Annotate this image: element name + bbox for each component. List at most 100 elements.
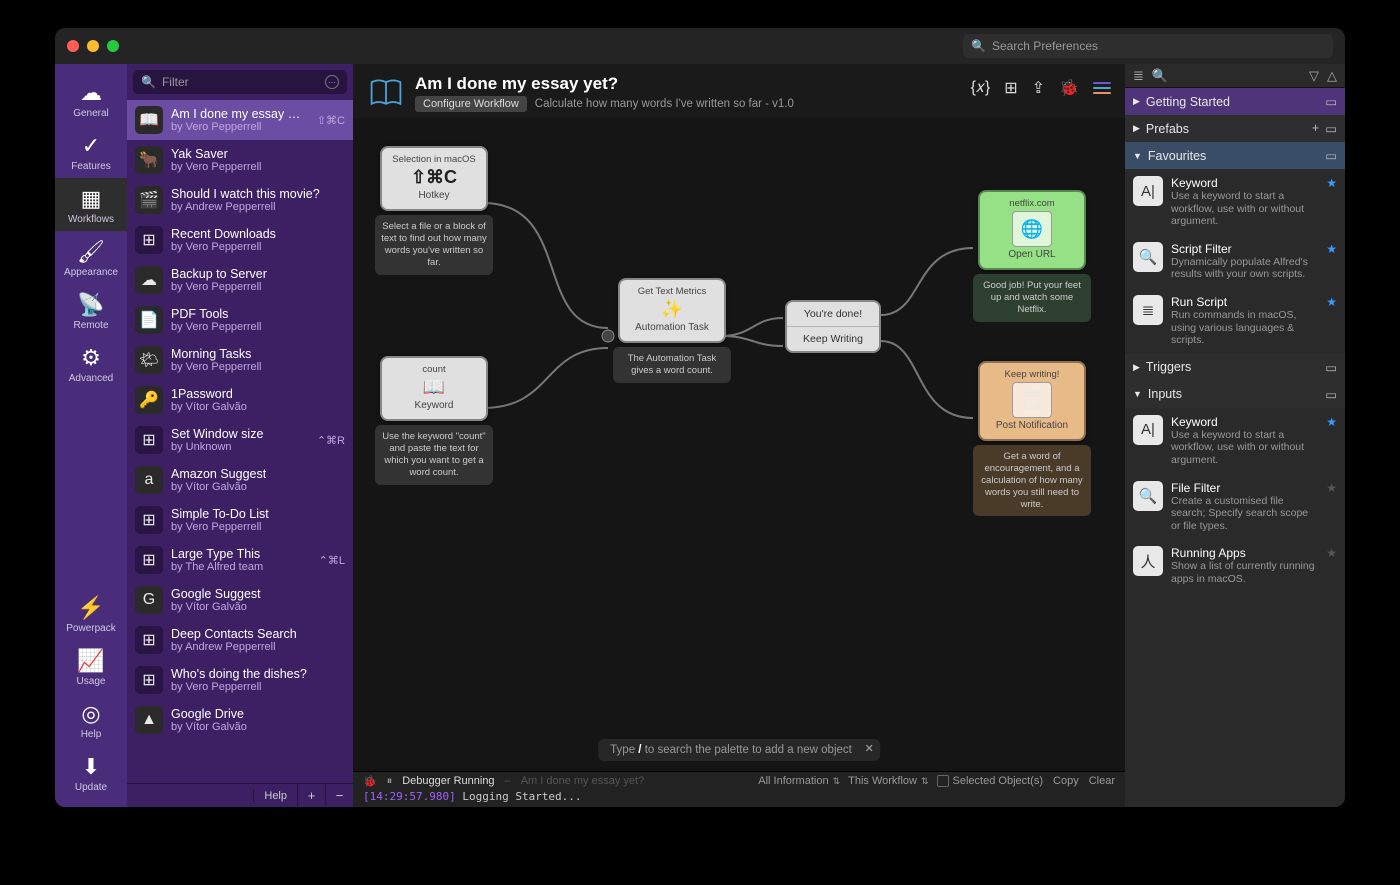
palette-item[interactable]: A| Keyword Use a keyword to start a work… xyxy=(1125,169,1345,235)
workflow-item[interactable]: ☁ Backup to Server by Vero Pepperrell xyxy=(127,260,353,300)
section-favourites[interactable]: ▼ Favourites ▭ xyxy=(1125,142,1345,169)
workflow-item[interactable]: a Amazon Suggest by Vítor Galvão xyxy=(127,460,353,500)
window-icon[interactable]: ▭ xyxy=(1325,121,1337,136)
sidebar-item-features[interactable]: ✓ Features xyxy=(55,125,127,178)
search-preferences-field[interactable]: 🔍 Search Preferences xyxy=(963,34,1333,58)
workflow-item[interactable]: G Google Suggest by Vítor Galvão xyxy=(127,580,353,620)
pause-button[interactable]: ⏸ xyxy=(387,775,393,788)
workflow-item[interactable]: ⊞ Set Window size by Unknown ⌃⌘R xyxy=(127,420,353,460)
section-inputs[interactable]: ▼ Inputs ▭ xyxy=(1125,381,1345,408)
workflow-editor: Am I done my essay yet? Configure Workfl… xyxy=(353,64,1125,807)
workflow-item-icon: 📖 xyxy=(135,106,163,134)
add-workflow-button[interactable]: + xyxy=(297,784,325,807)
workflow-item[interactable]: ▲ Google Drive by Vítor Galvão xyxy=(127,700,353,740)
workflow-item[interactable]: 📄 PDF Tools by Vero Pepperrell xyxy=(127,300,353,340)
sidebar-item-usage[interactable]: 📈 Usage xyxy=(55,640,127,693)
filter-options-button[interactable]: ⋯ xyxy=(325,75,339,89)
chevron-right-icon: ▶ xyxy=(1133,96,1140,107)
sidebar-item-advanced[interactable]: ⚙ Advanced xyxy=(55,337,127,390)
search-icon[interactable]: 🔍 xyxy=(1152,68,1168,84)
remove-workflow-button[interactable]: − xyxy=(325,784,353,807)
workflow-item-icon: ⊞ xyxy=(135,666,163,694)
sidebar-item-general[interactable]: ☁ General xyxy=(55,72,127,125)
window-icon[interactable]: ▭ xyxy=(1325,387,1337,402)
workflow-item-icon: ⊞ xyxy=(135,506,163,534)
node-open-url[interactable]: netflix.com 🌐 Open URL Good job! Put you… xyxy=(973,190,1091,322)
close-window-button[interactable] xyxy=(67,40,79,52)
palette-item[interactable]: 人 Running Apps Show a list of currently … xyxy=(1125,539,1345,592)
section-prefabs[interactable]: ▶ Prefabs +▭ xyxy=(1125,115,1345,142)
sidebar-item-update[interactable]: ⬇ Update xyxy=(55,746,127,799)
workflow-item[interactable]: ⊞ Who's doing the dishes? by Vero Pepper… xyxy=(127,660,353,700)
configure-workflow-button[interactable]: Configure Workflow xyxy=(415,96,527,112)
star-icon[interactable]: ★ xyxy=(1326,242,1337,281)
workflow-item[interactable]: ⊞ Recent Downloads by Vero Pepperrell xyxy=(127,220,353,260)
close-hint-button[interactable]: ✕ xyxy=(865,742,874,755)
palette-item[interactable]: 🔍 Script Filter Dynamically populate Alf… xyxy=(1125,235,1345,288)
node-automation-task[interactable]: Get Text Metrics ✨ Automation Task The A… xyxy=(613,278,731,383)
star-icon[interactable]: ★ xyxy=(1326,481,1337,533)
workflow-item[interactable]: 🌤 Morning Tasks by Vero Pepperrell xyxy=(127,340,353,380)
collapse-up-icon[interactable]: △ xyxy=(1327,68,1337,84)
palette-item[interactable]: 🔍 File Filter Create a customised file s… xyxy=(1125,474,1345,540)
workflow-item-icon: a xyxy=(135,466,163,494)
workflow-item[interactable]: 📖 Am I done my essay yet? by Vero Pepper… xyxy=(127,100,353,140)
workflow-item[interactable]: ⊞ Simple To-Do List by Vero Pepperrell xyxy=(127,500,353,540)
palette-item-title: Script Filter xyxy=(1171,242,1318,256)
debug-filter-level[interactable]: All Information ⇅ xyxy=(758,775,838,787)
sidebar-item-help[interactable]: ◎ Help xyxy=(55,693,127,746)
section-getting-started[interactable]: ▶ Getting Started ▭ xyxy=(1125,88,1345,115)
remote-icon: 📡 xyxy=(77,292,104,318)
debug-copy-button[interactable]: Copy xyxy=(1053,775,1079,787)
import-button[interactable]: ⊞ xyxy=(1004,78,1017,98)
node-hotkey[interactable]: Selection in macOS ⇧⌘C Hotkey Select a f… xyxy=(375,146,493,275)
sidebar-item-powerpack[interactable]: ⚡ Powerpack xyxy=(55,587,127,640)
section-triggers[interactable]: ▶ Triggers ▭ xyxy=(1125,354,1345,381)
window-icon[interactable]: ▭ xyxy=(1325,94,1337,109)
add-icon[interactable]: + xyxy=(1312,121,1319,136)
workflow-item[interactable]: 🔑 1Password by Vítor Galvão xyxy=(127,380,353,420)
debug-selected-checkbox[interactable]: Selected Object(s) xyxy=(937,775,1043,787)
help-button[interactable]: Help xyxy=(253,790,297,802)
palette-toggle-button[interactable] xyxy=(1093,82,1111,94)
sidebar-item-workflows[interactable]: ▦ Workflows xyxy=(55,178,127,231)
workflow-item[interactable]: 🎬 Should I watch this movie? by Andrew P… xyxy=(127,180,353,220)
workflow-list[interactable]: 📖 Am I done my essay yet? by Vero Pepper… xyxy=(127,100,353,783)
node-post-notification[interactable]: Keep writing! 🗒 Post Notification Get a … xyxy=(973,361,1091,516)
minimize-window-button[interactable] xyxy=(87,40,99,52)
sidebar-item-remote[interactable]: 📡 Remote xyxy=(55,284,127,337)
search-placeholder: Search Preferences xyxy=(992,39,1098,53)
workflow-item[interactable]: ⊞ Deep Contacts Search by Andrew Pepperr… xyxy=(127,620,353,660)
zoom-window-button[interactable] xyxy=(107,40,119,52)
workflow-item-hotkey: ⌃⌘R xyxy=(317,434,345,447)
debug-clear-button[interactable]: Clear xyxy=(1089,775,1115,787)
debug-filter-scope[interactable]: This Workflow ⇅ xyxy=(848,775,926,787)
sidebar-item-appearance[interactable]: 🖌 Appearance xyxy=(55,231,127,284)
export-button[interactable]: ⇪ xyxy=(1032,78,1045,98)
workflow-item[interactable]: 🐂 Yak Saver by Vero Pepperrell xyxy=(127,140,353,180)
workflow-filter-input[interactable]: 🔍 Filter ⋯ xyxy=(133,70,347,94)
star-icon[interactable]: ★ xyxy=(1326,176,1337,228)
list-icon[interactable]: ≣ xyxy=(1133,68,1144,84)
node-conditional[interactable]: You're done! Keep Writing xyxy=(785,300,881,353)
search-icon: 🔍 xyxy=(141,75,156,89)
palette-item[interactable]: A| Keyword Use a keyword to start a work… xyxy=(1125,408,1345,474)
palette-item-desc: Run commands in macOS, using various lan… xyxy=(1171,309,1318,347)
star-icon[interactable]: ★ xyxy=(1326,415,1337,467)
workflow-item-icon: 🌤 xyxy=(135,346,163,374)
workflow-item[interactable]: ⊞ Large Type This by The Alfred team ⌃⌘L xyxy=(127,540,353,580)
palette-item[interactable]: ≣ Run Script Run commands in macOS, usin… xyxy=(1125,288,1345,354)
debug-button[interactable]: 🐞 xyxy=(1059,78,1079,98)
window-icon[interactable]: ▭ xyxy=(1325,148,1337,163)
variables-button[interactable]: {𝑥} xyxy=(971,79,991,97)
paint-roller-icon: 🖌 xyxy=(77,239,105,265)
workflow-item-icon: ⊞ xyxy=(135,626,163,654)
collapse-down-icon[interactable]: ▽ xyxy=(1309,68,1319,84)
node-keyword[interactable]: count 📖 Keyword Use the keyword "count" … xyxy=(375,356,493,485)
workflow-canvas[interactable]: Selection in macOS ⇧⌘C Hotkey Select a f… xyxy=(353,118,1125,771)
workflow-item-icon: ⊞ xyxy=(135,226,163,254)
window-icon[interactable]: ▭ xyxy=(1325,360,1337,375)
inputs-list: A| Keyword Use a keyword to start a work… xyxy=(1125,408,1345,593)
star-icon[interactable]: ★ xyxy=(1326,295,1337,347)
star-icon[interactable]: ★ xyxy=(1326,546,1337,585)
